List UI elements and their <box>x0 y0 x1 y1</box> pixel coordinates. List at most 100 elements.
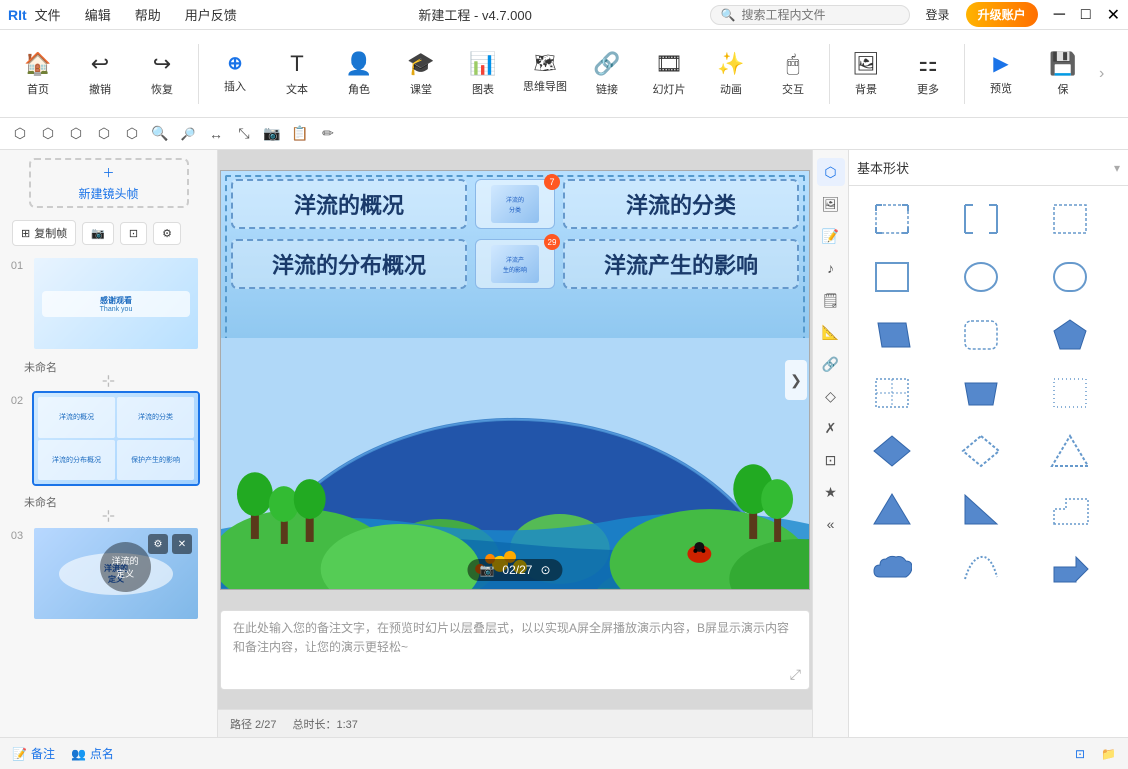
subtool-shape4[interactable]: ⬡ <box>92 122 116 146</box>
subtool-resize[interactable]: ⤡ <box>232 122 256 146</box>
shape-circle[interactable] <box>946 252 1016 302</box>
tool-save[interactable]: 💾 保 <box>1033 36 1093 112</box>
copy-frame-button[interactable]: ⊞ 复制帧 <box>12 220 76 246</box>
slide-1-thumbnail[interactable]: 感谢观看 Thank you <box>32 256 200 351</box>
maximize-button[interactable]: □ <box>1081 6 1091 24</box>
iconbar-image[interactable]: 🖼 <box>817 190 845 218</box>
shape-trapezoid[interactable] <box>946 368 1016 418</box>
shape-dashed-rounded-rect[interactable] <box>946 310 1016 360</box>
expand-button[interactable]: ⊡ <box>120 222 147 245</box>
menu-feedback[interactable]: 用户反馈 <box>181 3 241 26</box>
iconbar-close[interactable]: ✗ <box>817 414 845 442</box>
iconbar-shapes[interactable]: ⬡ <box>817 158 845 186</box>
slide-item-2[interactable]: 02 洋流的概况 洋流的分类 洋流的分布概况 保护产生的影响 <box>0 385 217 492</box>
subtool-shape2[interactable]: ⬡ <box>36 122 60 146</box>
tool-redo[interactable]: ↪ 恢复 <box>132 36 192 112</box>
iconbar-prev[interactable]: « <box>817 510 845 538</box>
shape-solid-pentagon[interactable] <box>1035 310 1105 360</box>
shape-right-triangle[interactable] <box>946 484 1016 534</box>
minimize-button[interactable]: ─ <box>1054 6 1065 24</box>
slide-card-distribution[interactable]: 洋流的分布概况 <box>231 239 467 289</box>
iconbar-star[interactable]: ★ <box>817 478 845 506</box>
upgrade-button[interactable]: 升级账户 <box>966 2 1038 27</box>
shape-arc[interactable] <box>946 542 1016 592</box>
slide-3-settings-button[interactable]: ⚙ <box>148 534 168 554</box>
shape-dashed-corner-rect[interactable] <box>857 194 927 244</box>
shape-dotted-rect[interactable] <box>1035 368 1105 418</box>
slide-card-overview[interactable]: 洋流的概况 <box>231 179 467 229</box>
shape-diamond-outline[interactable] <box>946 426 1016 476</box>
tool-interact[interactable]: 🖱 交互 <box>763 36 823 112</box>
iconbar-notes[interactable]: 🗒 <box>817 286 845 314</box>
notes-expand-button[interactable]: ⤢ <box>790 663 801 685</box>
search-input[interactable] <box>742 8 892 22</box>
menu-file[interactable]: 文件 <box>31 3 65 26</box>
tool-text[interactable]: T 文本 <box>267 36 327 112</box>
camera-capture-button[interactable]: 📷 <box>82 222 114 245</box>
notes-area[interactable]: 在此处输入您的备注文字，在预览时幻片以层叠层式，以以实现A屏全屏播放演示内容，B… <box>220 610 810 690</box>
iconbar-diamond[interactable]: ◇ <box>817 382 845 410</box>
shape-arrow[interactable] <box>1035 542 1105 592</box>
backup-button[interactable]: 📝 备注 <box>12 745 55 762</box>
shape-triangle-outline[interactable] <box>1035 426 1105 476</box>
toolbar-scroll-right[interactable]: › <box>1095 61 1108 87</box>
slide-canvas[interactable]: 洋流的概况 洋流的 分类 7 洋流的分类 <box>220 170 810 590</box>
menu-edit[interactable]: 编辑 <box>81 3 115 26</box>
shape-solid-rect[interactable] <box>857 252 927 302</box>
slide-item-1[interactable]: 01 感谢观看 Thank you <box>0 250 217 357</box>
tool-link[interactable]: 🔗 链接 <box>577 36 637 112</box>
slide-card-small-1[interactable]: 洋流的 分类 7 <box>475 179 555 229</box>
iconbar-link2[interactable]: 🔗 <box>817 350 845 378</box>
tool-more[interactable]: ⚏ 更多 <box>898 36 958 112</box>
tool-character[interactable]: 👤 角色 <box>329 36 389 112</box>
login-button[interactable]: 登录 <box>918 2 958 27</box>
tool-background[interactable]: 🖼 背景 <box>836 36 896 112</box>
tool-slideshow[interactable]: 🎞 幻灯片 <box>639 36 699 112</box>
folder-button[interactable]: 📁 <box>1101 747 1116 761</box>
close-button[interactable]: ✕ <box>1107 5 1120 25</box>
shape-cloud[interactable] <box>857 542 927 592</box>
tool-animation[interactable]: ✨ 动画 <box>701 36 761 112</box>
menu-help[interactable]: 帮助 <box>131 3 165 26</box>
shape-rounded-rect[interactable] <box>1035 252 1105 302</box>
screen-button[interactable]: ⊡ <box>1075 747 1085 761</box>
slide-card-small-2[interactable]: 洋流产 生的影响 29 <box>475 239 555 289</box>
subtool-shape5[interactable]: ⬡ <box>120 122 144 146</box>
subtool-camera[interactable]: 📷 <box>260 122 284 146</box>
shape-dashed-diamond[interactable] <box>857 368 927 418</box>
slide-3-delete-button[interactable]: ✕ <box>172 534 192 554</box>
shape-parallelogram[interactable] <box>857 310 927 360</box>
slide-item-3[interactable]: 03 洋流的定义 ⚙ ✕ 洋流的 定义 <box>0 520 217 627</box>
slide-card-classification[interactable]: 洋流的分类 <box>563 179 799 229</box>
settings-button[interactable]: ⚙ <box>153 222 181 245</box>
tool-class[interactable]: 🎓 课堂 <box>391 36 451 112</box>
tool-preview[interactable]: ▶ 预览 <box>971 36 1031 112</box>
slide-2-thumbnail[interactable]: 洋流的概况 洋流的分类 洋流的分布概况 保护产生的影响 <box>32 391 200 486</box>
iconbar-frame[interactable]: ⊡ <box>817 446 845 474</box>
subtool-zoom-out[interactable]: 🔎 <box>176 122 200 146</box>
tool-home[interactable]: 🏠 首页 <box>8 36 68 112</box>
tool-undo[interactable]: ↩ 撤销 <box>70 36 130 112</box>
tool-chart[interactable]: 📊 图表 <box>453 36 513 112</box>
new-frame-button[interactable]: ＋ 新建镜头帧 <box>29 158 189 208</box>
subtool-shape3[interactable]: ⬡ <box>64 122 88 146</box>
shape-diamond-solid[interactable] <box>857 426 927 476</box>
tool-mindmap[interactable]: 🗺 思维导图 <box>515 36 575 112</box>
panel-expand-icon[interactable]: ▾ <box>1114 161 1120 175</box>
subtool-edit[interactable]: ✏ <box>316 122 340 146</box>
iconbar-align[interactable]: 📐 <box>817 318 845 346</box>
shape-dashed-rect[interactable] <box>1035 194 1105 244</box>
canvas-next-button[interactable]: ❯ <box>785 360 807 400</box>
iconbar-audio[interactable]: ♪ <box>817 254 845 282</box>
shape-triangle-solid[interactable] <box>857 484 927 534</box>
iconbar-text-edit[interactable]: 📝 <box>817 222 845 250</box>
subtool-pentagon[interactable]: ⬡ <box>8 122 32 146</box>
shape-bracket-rect[interactable] <box>946 194 1016 244</box>
slide-3-thumbnail[interactable]: 洋流的定义 ⚙ ✕ 洋流的 定义 <box>32 526 200 621</box>
subtool-fit[interactable]: ↔ <box>204 122 228 146</box>
roll-call-button[interactable]: 👥 点名 <box>71 745 114 762</box>
slide-card-impact[interactable]: 洋流产生的影响 <box>563 239 799 289</box>
subtool-clipboard[interactable]: 📋 <box>288 122 312 146</box>
tool-insert[interactable]: ⊕ 插入 <box>205 36 265 112</box>
subtool-zoom-in[interactable]: 🔍 <box>148 122 172 146</box>
